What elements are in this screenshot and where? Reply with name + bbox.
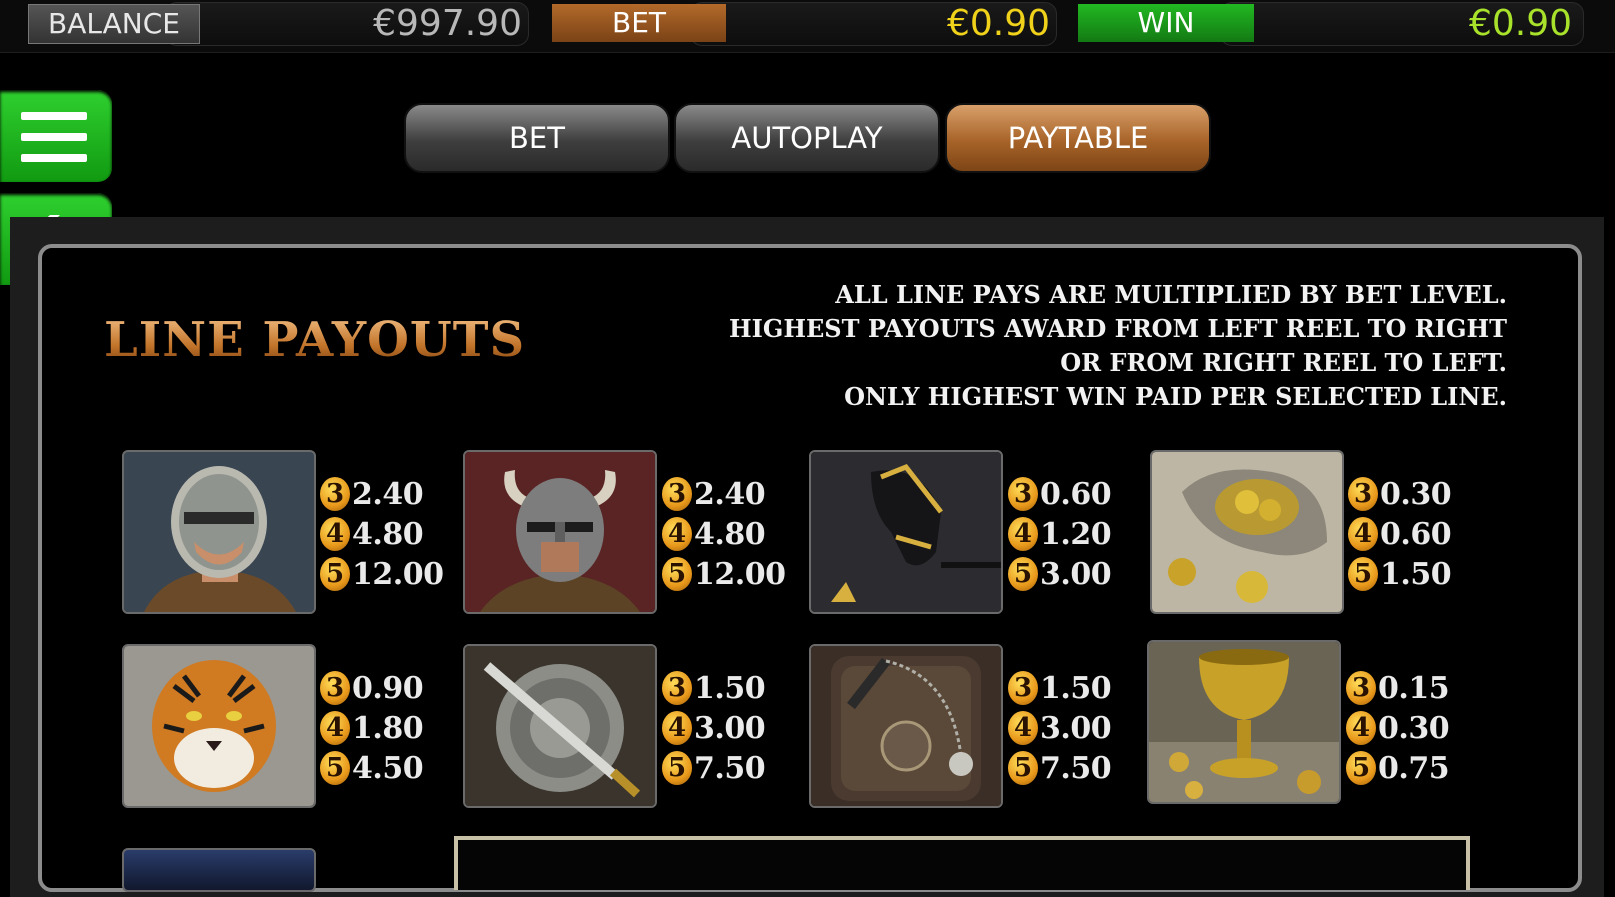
count-badge: 5 — [662, 751, 692, 785]
horned-helmet-warrior-symbol — [463, 450, 657, 614]
win-value: €0.90 — [1468, 3, 1572, 44]
balance-value: €997.90 — [373, 3, 522, 44]
pay-amount: 1.50 — [1040, 670, 1112, 706]
pay-amount: 4.80 — [352, 516, 424, 552]
pay-amount: 0.30 — [1378, 710, 1450, 746]
count-badge: 5 — [662, 557, 692, 591]
pay-group-1: 3 2.40 4 4.80 5 12.00 — [320, 474, 444, 594]
rule-note-3: OR FROM RIGHT REEL TO LEFT. — [1060, 348, 1507, 377]
sword-shield-symbol — [463, 644, 657, 808]
pay-group-4: 3 0.30 4 0.60 5 1.50 — [1348, 474, 1452, 594]
masked-gladiator-symbol — [122, 450, 316, 614]
pay-amount: 12.00 — [694, 556, 786, 592]
count-badge: 4 — [1008, 517, 1038, 551]
count-badge: 4 — [662, 711, 692, 745]
count-badge: 3 — [662, 671, 692, 705]
tiger-symbol — [122, 644, 316, 808]
pay-group-2: 3 2.40 4 4.80 5 12.00 — [662, 474, 786, 594]
count-badge: 3 — [1348, 477, 1378, 511]
pay-amount: 1.50 — [1380, 556, 1452, 592]
rule-note-2: HIGHEST PAYOUTS AWARD FROM LEFT REEL TO … — [728, 314, 1507, 343]
tab-paytable[interactable]: PAYTABLE — [945, 103, 1211, 173]
menu-button[interactable] — [0, 90, 112, 182]
bet-value: €0.90 — [946, 3, 1050, 44]
pay-amount: 3.00 — [1040, 556, 1112, 592]
balance-label: BALANCE — [28, 4, 200, 44]
pay-amount: 3.00 — [1040, 710, 1112, 746]
count-badge: 4 — [320, 517, 350, 551]
count-badge: 4 — [320, 711, 350, 745]
count-badge: 4 — [1346, 711, 1376, 745]
pay-amount: 0.60 — [1380, 516, 1452, 552]
pay-amount: 2.40 — [694, 476, 766, 512]
pay-amount: 0.60 — [1040, 476, 1112, 512]
flail-shield-symbol — [809, 644, 1003, 808]
rule-note-1: ALL LINE PAYS ARE MULTIPLIED BY BET LEVE… — [835, 280, 1507, 309]
count-badge: 3 — [1346, 671, 1376, 705]
count-badge: 4 — [1348, 517, 1378, 551]
count-badge: 3 — [1008, 477, 1038, 511]
partial-symbol-tile — [122, 848, 316, 892]
rule-note-4: ONLY HIGHEST WIN PAID PER SELECTED LINE. — [844, 382, 1507, 411]
count-badge: 3 — [320, 671, 350, 705]
horse-symbol — [809, 450, 1003, 614]
page-title: LINE PAYOUTS — [104, 312, 526, 368]
pay-amount: 2.40 — [352, 476, 424, 512]
count-badge: 4 — [1008, 711, 1038, 745]
coin-bag-symbol — [1150, 450, 1344, 614]
tab-bet[interactable]: BET — [404, 103, 670, 173]
pay-amount: 0.90 — [352, 670, 424, 706]
pay-amount: 7.50 — [1040, 750, 1112, 786]
count-badge: 3 — [662, 477, 692, 511]
top-status-bar: BALANCE €997.90 BET €0.90 WIN €0.90 — [0, 0, 1615, 53]
count-badge: 5 — [1346, 751, 1376, 785]
count-badge: 3 — [320, 477, 350, 511]
pay-amount: 4.80 — [694, 516, 766, 552]
bet-label: BET — [552, 4, 726, 42]
pay-amount: 3.00 — [694, 710, 766, 746]
win-label: WIN — [1078, 4, 1254, 42]
tab-autoplay[interactable]: AUTOPLAY — [674, 103, 940, 173]
pay-amount: 0.75 — [1378, 750, 1450, 786]
pay-amount: 1.20 — [1040, 516, 1112, 552]
count-badge: 4 — [662, 517, 692, 551]
count-badge: 5 — [320, 557, 350, 591]
pay-group-6: 3 1.50 4 3.00 5 7.50 — [662, 668, 766, 788]
partial-info-box — [454, 836, 1470, 890]
pay-group-8: 3 0.15 4 0.30 5 0.75 — [1346, 668, 1450, 788]
count-badge: 5 — [320, 751, 350, 785]
pay-amount: 1.80 — [352, 710, 424, 746]
pay-amount: 1.50 — [694, 670, 766, 706]
count-badge: 3 — [1008, 671, 1038, 705]
pay-amount: 12.00 — [352, 556, 444, 592]
pay-amount: 4.50 — [352, 750, 424, 786]
pay-group-5: 3 0.90 4 1.80 5 4.50 — [320, 668, 424, 788]
count-badge: 5 — [1008, 557, 1038, 591]
pay-group-7: 3 1.50 4 3.00 5 7.50 — [1008, 668, 1112, 788]
pay-amount: 7.50 — [694, 750, 766, 786]
pay-amount: 0.15 — [1378, 670, 1450, 706]
count-badge: 5 — [1348, 557, 1378, 591]
golden-chalice-symbol — [1147, 640, 1341, 804]
hamburger-menu-icon — [21, 112, 87, 162]
pay-amount: 0.30 — [1380, 476, 1452, 512]
pay-group-3: 3 0.60 4 1.20 5 3.00 — [1008, 474, 1112, 594]
count-badge: 5 — [1008, 751, 1038, 785]
